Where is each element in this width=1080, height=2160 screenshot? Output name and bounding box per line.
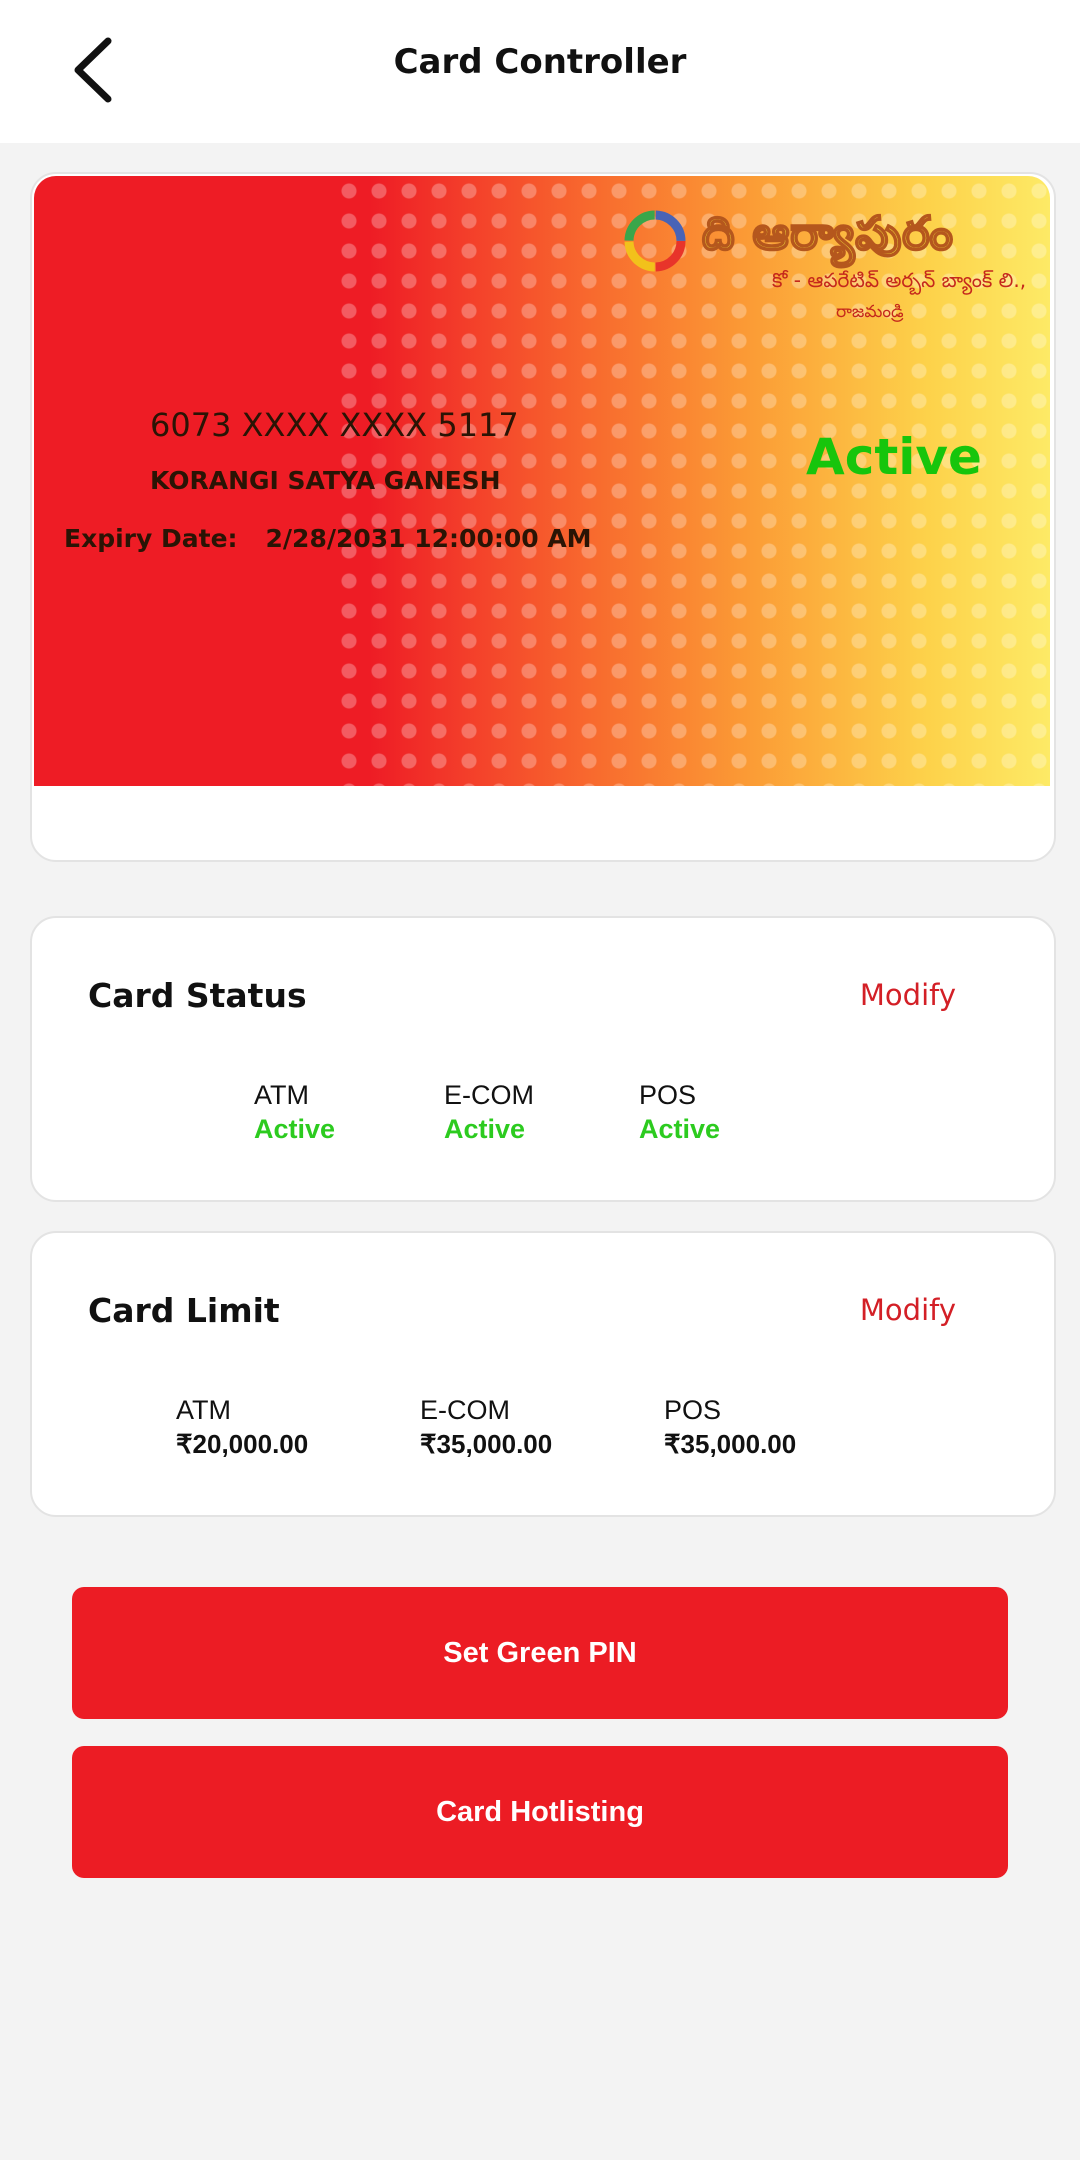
limit-value: ₹35,000.00 [420,1429,553,1459]
limit-value: ₹35,000.00 [664,1429,797,1459]
expiry-value: 2/28/2031 12:00:00 AM [265,524,592,553]
card-limit-title: Card Limit [88,1291,280,1330]
card-status-section: Card Status Modify ATM Active E-COM Acti… [30,916,1056,1202]
card-limit-modify-link[interactable]: Modify [860,1293,956,1327]
bank-name: ది ఆర్యాపురం [701,205,954,261]
card-limit-section: Card Limit Modify ATM ₹20,000.00 E-COM ₹… [30,1231,1056,1517]
limit-ecom: E-COM ₹35,000.00 [420,1393,552,1461]
debit-card-panel: ది ఆర్యాపురం కో - ఆపరేటివ్ అర్బన్ బ్యాంక… [30,172,1056,862]
limit-pos: POS ₹35,000.00 [664,1393,796,1461]
status-value: Active [639,1114,721,1144]
card-hotlisting-button[interactable]: Card Hotlisting [72,1746,1008,1878]
limit-value: ₹20,000.00 [176,1429,309,1459]
limit-label: POS [664,1395,722,1425]
card-active-status: Active [806,428,982,486]
status-label: POS [639,1080,697,1110]
card-number: 6073 XXXX XXXX 5117 [150,406,519,444]
status-label: E-COM [444,1080,534,1110]
limit-atm: ATM ₹20,000.00 [176,1393,308,1461]
card-expiry: Expiry Date: 2/28/2031 12:00:00 AM [64,524,592,553]
status-atm: ATM Active [254,1078,335,1146]
page-title: Card Controller [393,42,687,82]
status-value: Active [254,1114,336,1144]
app-header: Card Controller [0,0,1080,143]
status-value: Active [444,1114,526,1144]
status-ecom: E-COM Active [444,1078,534,1146]
card-status-modify-link[interactable]: Modify [860,978,956,1012]
bank-city: రాజమండ్రి [836,302,904,322]
limit-label: E-COM [420,1395,510,1425]
expiry-label: Expiry Date: [64,524,238,553]
card-status-title: Card Status [88,976,307,1015]
card-image: ది ఆర్యాపురం కో - ఆపరేటివ్ అర్బన్ బ్యాంక… [34,176,1050,786]
status-pos: POS Active [639,1078,720,1146]
limit-label: ATM [176,1395,231,1425]
bank-logo-icon [624,210,686,272]
status-label: ATM [254,1080,309,1110]
card-holder-name: KORANGI SATYA GANESH [150,466,501,495]
bank-subtitle: కో - ఆపరేటివ్ అర్బన్ బ్యాంక్ లి., [772,268,1027,292]
set-green-pin-button[interactable]: Set Green PIN [72,1587,1008,1719]
